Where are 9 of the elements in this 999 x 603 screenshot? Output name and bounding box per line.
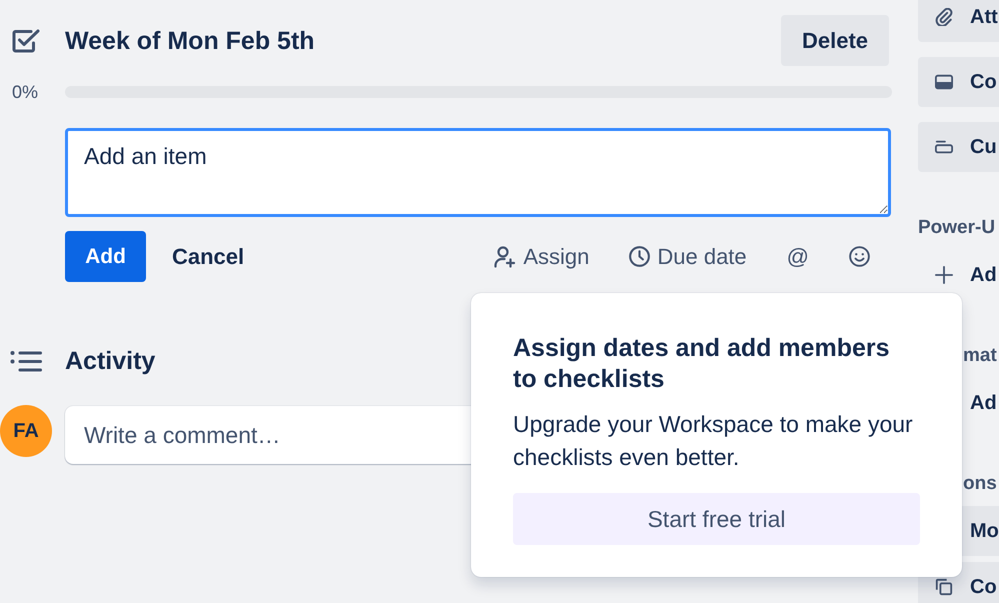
progress-percent: 0% <box>12 83 38 101</box>
activity-title: Activity <box>65 346 156 376</box>
popover-text: Upgrade your Workspace to make your checklists even better. <box>513 410 914 472</box>
popover-title: Assign dates and add members to checklists <box>513 333 891 395</box>
checklist-title: Week of Mon Feb 5th <box>65 26 316 56</box>
user-avatar: FA <box>0 405 52 457</box>
sidebar-heading: ons <box>963 472 998 496</box>
sidebar-heading: Power-U <box>918 216 996 240</box>
sidebar-heading: mat <box>963 344 998 368</box>
